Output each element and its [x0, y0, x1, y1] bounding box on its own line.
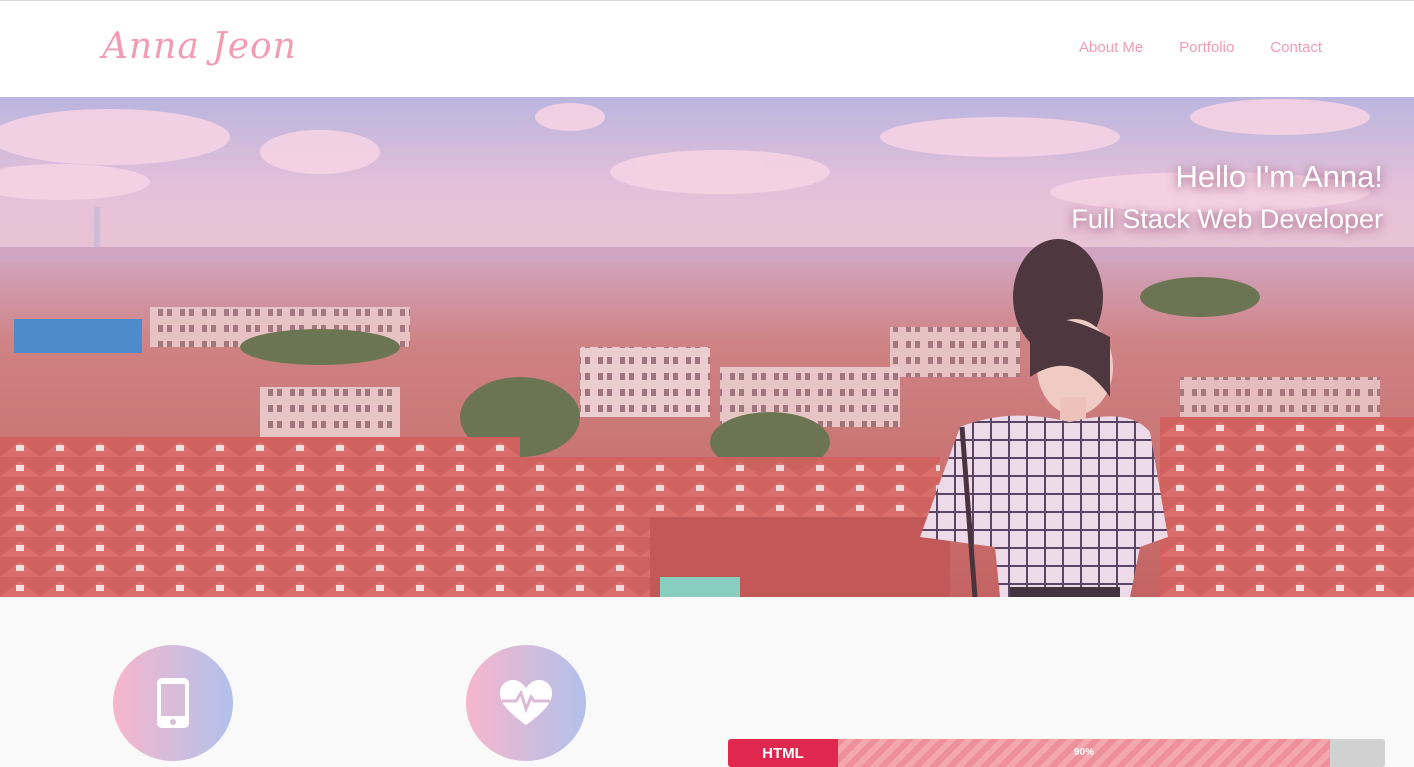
feature-mobile — [113, 645, 233, 761]
hero-title: Hello I'm Anna! — [1175, 159, 1383, 194]
hero-banner: Hello I'm Anna! Full Stack Web Developer — [0, 97, 1414, 597]
site-header: Anna Jeon About Me Portfolio Contact — [0, 0, 1414, 97]
nav-link-about-me[interactable]: About Me — [1079, 37, 1143, 59]
main-nav: About Me Portfolio Contact — [1079, 37, 1322, 59]
hero-subtitle: Full Stack Web Developer — [1071, 204, 1383, 234]
feature-heart — [466, 645, 586, 761]
site-logo[interactable]: Anna Jeon — [102, 19, 297, 75]
nav-link-contact[interactable]: Contact — [1270, 37, 1322, 59]
hero-text: Hello I'm Anna! Full Stack Web Developer — [1071, 157, 1383, 241]
heartbeat-icon — [500, 680, 552, 725]
skill-bar-html: 90% HTML — [728, 739, 1385, 767]
mobile-phone-icon — [157, 678, 189, 728]
nav-link-portfolio[interactable]: Portfolio — [1179, 37, 1234, 59]
skill-percent: 90% — [1073, 747, 1094, 758]
skill-label: HTML — [728, 739, 838, 767]
